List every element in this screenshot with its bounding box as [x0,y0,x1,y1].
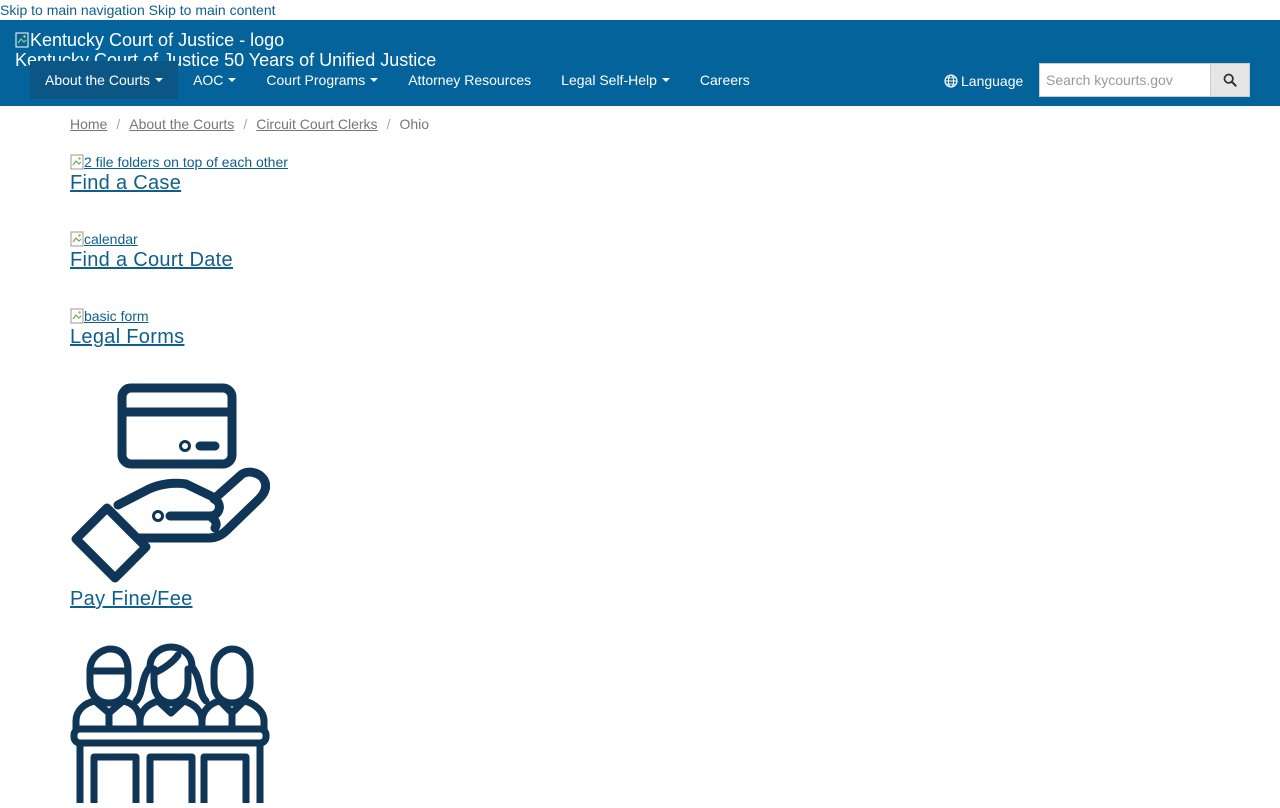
language-selector[interactable]: Language [944,73,1023,89]
find-a-court-date-link[interactable]: Find a Court Date [70,247,233,273]
nav-about-the-courts[interactable]: About the Courts [30,61,179,99]
quick-link-legal-forms: basic form Legal Forms [70,308,184,350]
nav-label: Attorney Resources [408,72,532,88]
skip-links: Skip to main navigation Skip to main con… [0,0,276,20]
nav-legal-self-help[interactable]: Legal Self-Help [546,61,685,99]
nav-label: About the Courts [45,72,151,88]
nav-attorney-resources[interactable]: Attorney Resources [393,61,546,99]
nav-aoc[interactable]: AOC [178,61,251,99]
main-navigation: About the Courts AOC Court Programs Atto… [30,61,765,99]
broken-image-icon [70,308,84,324]
quick-link-jury [70,643,270,808]
skip-to-nav-link[interactable]: Skip to main navigation [0,2,145,18]
broken-image-icon [70,154,84,170]
breadcrumb: Home / About the Courts / Circuit Court … [70,115,429,133]
language-label: Language [961,73,1024,89]
hand-holding-card-icon[interactable] [70,382,271,584]
legal-forms-link[interactable]: Legal Forms [70,324,184,350]
breadcrumb-circuit-court-clerks[interactable]: Circuit Court Clerks [256,115,377,133]
nav-label: Legal Self-Help [561,72,657,88]
nav-careers[interactable]: Careers [685,61,765,99]
broken-image-icon [70,231,84,247]
image-alt-text: 2 file folders on top of each other [84,154,288,170]
nav-label: Careers [699,72,750,88]
jury-box-icon[interactable] [70,643,270,808]
breadcrumb-separator: / [243,116,248,132]
globe-icon [944,74,958,88]
caret-down-icon [661,78,670,82]
breadcrumb-about-the-courts[interactable]: About the Courts [129,115,234,133]
nav-label: AOC [193,72,224,88]
pay-fine-fee-link[interactable]: Pay Fine/Fee [70,586,193,612]
breadcrumb-home[interactable]: Home [70,115,107,133]
site-logo[interactable]: Kentucky Court of Justice - logo [15,30,284,50]
search-icon [1223,73,1237,87]
nav-label: Court Programs [266,72,366,88]
find-a-case-link[interactable]: Find a Case [70,170,181,196]
skip-to-content-link[interactable]: Skip to main content [149,2,276,18]
site-header: Kentucky Court of Justice - logo Kentuck… [0,20,1280,106]
calendar-image-link[interactable]: calendar [70,231,233,247]
caret-down-icon [228,78,237,82]
caret-down-icon [155,78,164,82]
search-input[interactable] [1039,63,1211,97]
image-alt-text: calendar [84,231,138,247]
breadcrumb-separator: / [116,116,121,132]
quick-link-pay-fine-fee: Pay Fine/Fee [70,382,271,612]
folders-image-link[interactable]: 2 file folders on top of each other [70,154,288,170]
logo-alt-text: Kentucky Court of Justice - logo [30,30,285,50]
breadcrumb-current: Ohio [399,116,430,132]
quick-link-find-a-case: 2 file folders on top of each other Find… [70,154,288,196]
broken-image-icon [15,32,29,48]
form-image-link[interactable]: basic form [70,308,184,324]
search-button[interactable] [1210,63,1250,97]
nav-court-programs[interactable]: Court Programs [251,61,393,99]
breadcrumb-separator: / [386,116,391,132]
image-alt-text: basic form [84,308,149,324]
caret-down-icon [370,78,379,82]
quick-link-find-a-court-date: calendar Find a Court Date [70,231,233,273]
